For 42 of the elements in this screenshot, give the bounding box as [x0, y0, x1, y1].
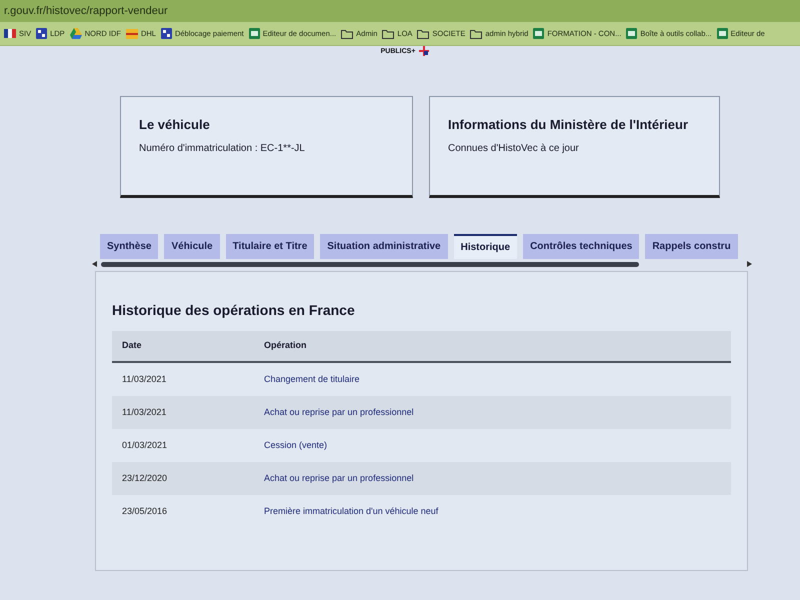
- table-cell-text: Changement de titulaire: [264, 372, 360, 386]
- plus-icon: [419, 46, 430, 56]
- panel-title: Historique des opérations en France: [112, 301, 356, 320]
- card-title: Informations du Ministère de l'Intérieur: [448, 116, 690, 134]
- card-text: Numéro d'immatriculation : EC-1**-JL: [139, 142, 306, 156]
- folder-icon: [417, 28, 430, 38]
- column-header: Opération: [264, 339, 307, 352]
- table-cell-text: Achat ou reprise par un professionnel: [264, 406, 414, 419]
- tab[interactable]: Situation administrative: [320, 234, 448, 259]
- tab[interactable]: Historique: [454, 234, 518, 259]
- tab[interactable]: Contrôles techniques: [523, 234, 640, 259]
- card-text: Connues d'HistoVec à ce jour: [448, 142, 580, 156]
- folder-icon: [382, 28, 394, 38]
- table-cell-text: 23/12/2020: [121, 472, 168, 485]
- table-cell-text: 01/03/2021: [121, 438, 168, 452]
- table-cell-text: Première immatriculation d'un véhicule neuf: [264, 504, 438, 518]
- card-title: Le véhicule: [139, 116, 211, 134]
- flag-icon: [4, 29, 16, 38]
- folder-icon: [470, 28, 482, 38]
- table-cell-text: 11/03/2021: [121, 406, 168, 419]
- grid-icon: [36, 28, 48, 39]
- box-icon: [126, 28, 138, 38]
- scrollbar-thumb[interactable]: [101, 262, 639, 266]
- table-cell-text: Achat ou reprise par un professionnel: [264, 472, 414, 485]
- folder-icon: [341, 28, 354, 38]
- grid-icon: [160, 28, 172, 39]
- sheet-icon: [533, 28, 544, 39]
- sheet-icon: [716, 28, 728, 39]
- tab[interactable]: Synthèse: [100, 234, 158, 259]
- scroll-left-icon[interactable]: [92, 261, 97, 267]
- column-header: Date: [121, 339, 143, 352]
- tab[interactable]: Titulaire et Titre: [226, 234, 314, 259]
- sheet-icon: [626, 28, 638, 39]
- url-text[interactable]: r.gouv.fr/histovec/rapport-vendeur: [4, 2, 168, 20]
- tab[interactable]: Véhicule: [164, 234, 220, 259]
- scroll-right-icon[interactable]: [747, 261, 752, 267]
- table-cell-text: 23/05/2016: [121, 504, 168, 518]
- sheet-icon: [248, 28, 260, 39]
- table-cell-text: 11/03/2021: [121, 372, 168, 386]
- triangle-icon: [70, 28, 82, 39]
- table-cell-text: Cession (vente): [264, 438, 328, 452]
- tab[interactable]: Rappels constru: [645, 234, 738, 259]
